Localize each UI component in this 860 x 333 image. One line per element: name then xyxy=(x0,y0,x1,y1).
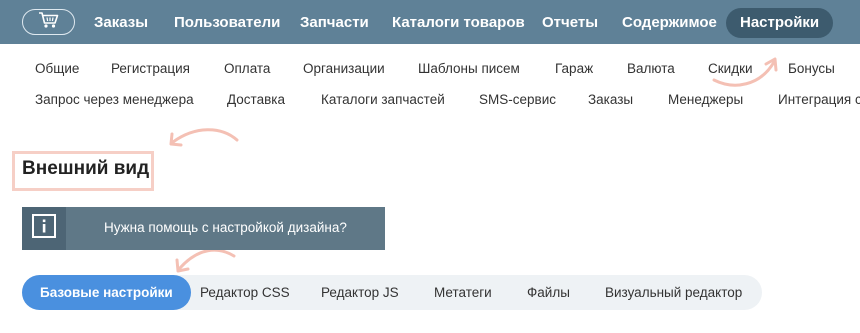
cart-button[interactable] xyxy=(22,9,75,35)
nav-parts[interactable]: Запчасти xyxy=(300,9,369,37)
nav-content[interactable]: Содержимое xyxy=(622,9,717,37)
tab-visual-editor[interactable]: Визуальный редактор xyxy=(605,275,742,310)
subnav-managers[interactable]: Менеджеры xyxy=(668,92,743,107)
subnav-orders[interactable]: Заказы xyxy=(588,92,633,107)
help-banner-text: Нужна помощь с настройкой дизайна? xyxy=(104,220,347,235)
subnav-garage[interactable]: Гараж xyxy=(555,61,593,76)
shopping-cart-icon xyxy=(38,11,60,34)
nav-reports[interactable]: Отчеты xyxy=(542,9,598,37)
subnav-manager-request[interactable]: Запрос через менеджера xyxy=(35,92,194,107)
subnav-general[interactable]: Общие xyxy=(35,61,79,76)
tab-basic-settings[interactable]: Базовые настройки xyxy=(22,275,191,310)
top-navigation: Заказы Пользователи Запчасти Каталоги то… xyxy=(0,0,860,44)
appearance-tabs: Базовые настройки Редактор CSS Редактор … xyxy=(22,275,762,310)
annotation-arrow-discounts xyxy=(712,57,778,87)
tab-css-editor[interactable]: Редактор CSS xyxy=(200,275,290,310)
subnav-delivery[interactable]: Доставка xyxy=(227,92,285,107)
subnav-sms-service[interactable]: SMS-сервис xyxy=(479,92,556,107)
subnav-parts-catalogs[interactable]: Каталоги запчастей xyxy=(321,92,445,107)
subnav-bonuses[interactable]: Бонусы xyxy=(788,61,835,76)
subnav-payment[interactable]: Оплата xyxy=(224,61,270,76)
nav-users[interactable]: Пользователи xyxy=(174,9,280,37)
subnav-registration[interactable]: Регистрация xyxy=(111,61,190,76)
tab-js-editor[interactable]: Редактор JS xyxy=(321,275,399,310)
subnav-currency[interactable]: Валюта xyxy=(627,61,675,76)
nav-orders[interactable]: Заказы xyxy=(94,9,148,37)
subnav-organizations[interactable]: Организации xyxy=(303,61,385,76)
nav-settings[interactable]: Настройки xyxy=(726,8,834,38)
tab-files[interactable]: Файлы xyxy=(527,275,570,310)
design-help-banner[interactable]: Нужна помощь с настройкой дизайна? xyxy=(22,207,385,250)
tab-metatags[interactable]: Метатеги xyxy=(434,275,492,310)
subnav-email-templates[interactable]: Шаблоны писем xyxy=(418,61,520,76)
page-title: Внешний вид xyxy=(22,158,150,179)
info-icon xyxy=(31,213,57,244)
help-icon-container xyxy=(22,207,66,250)
nav-product-catalogs[interactable]: Каталоги товаров xyxy=(392,9,525,37)
subnav-integration[interactable]: Интеграция с xyxy=(778,92,860,107)
annotation-arrow-title xyxy=(169,128,239,147)
